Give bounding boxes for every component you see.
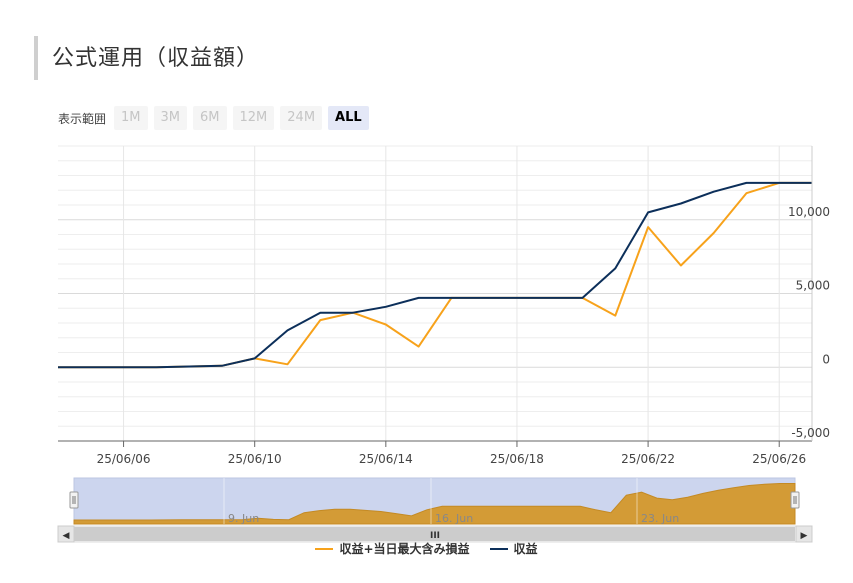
line-chart: 25/06/06 25/06/10 25/06/14 25/06/18 25/06/22… (57, 145, 830, 543)
series-line-1 (58, 181, 812, 369)
navigator-left-handle[interactable] (69, 491, 79, 509)
legend-item-total[interactable]: 収益+当日最大含み損益 (315, 540, 470, 557)
x-tick-label: 25/06/26 (752, 452, 806, 466)
y-tick-label: 5,000 (796, 279, 830, 293)
navigator[interactable]: 9. Jun 16. Jun 23. Jun◀ ▶III (57, 477, 813, 543)
legend-label-total: 収益+当日最大含み損益 (339, 542, 470, 556)
axes: 25/06/06 25/06/10 25/06/14 25/06/18 25/06/22… (58, 146, 830, 466)
grid (58, 145, 812, 442)
legend-label-profit: 収益 (513, 542, 538, 556)
legend: 収益+当日最大含み損益 収益 (0, 540, 853, 557)
series-line-0 (58, 181, 812, 369)
x-tick-label: 25/06/22 (621, 452, 675, 466)
legend-line-orange (315, 547, 334, 550)
navigator-right-handle[interactable] (790, 491, 800, 509)
legend-item-profit[interactable]: 収益 (489, 540, 538, 557)
x-tick-label: 25/06/06 (97, 452, 151, 466)
navigator-date-label: 16. Jun (435, 512, 473, 525)
x-tick-label: 25/06/10 (228, 452, 282, 466)
y-tick-label: 10,000 (788, 205, 830, 219)
legend-line-navy (489, 547, 508, 550)
y-tick-label: -5,000 (791, 426, 830, 440)
x-tick-label: 25/06/18 (490, 452, 544, 466)
x-tick-label: 25/06/14 (359, 452, 413, 466)
navigator-date-label: 9. Jun (228, 512, 259, 525)
series-layer (58, 181, 812, 369)
navigator-date-label: 23. Jun (641, 512, 679, 525)
y-tick-label: 0 (822, 352, 830, 366)
